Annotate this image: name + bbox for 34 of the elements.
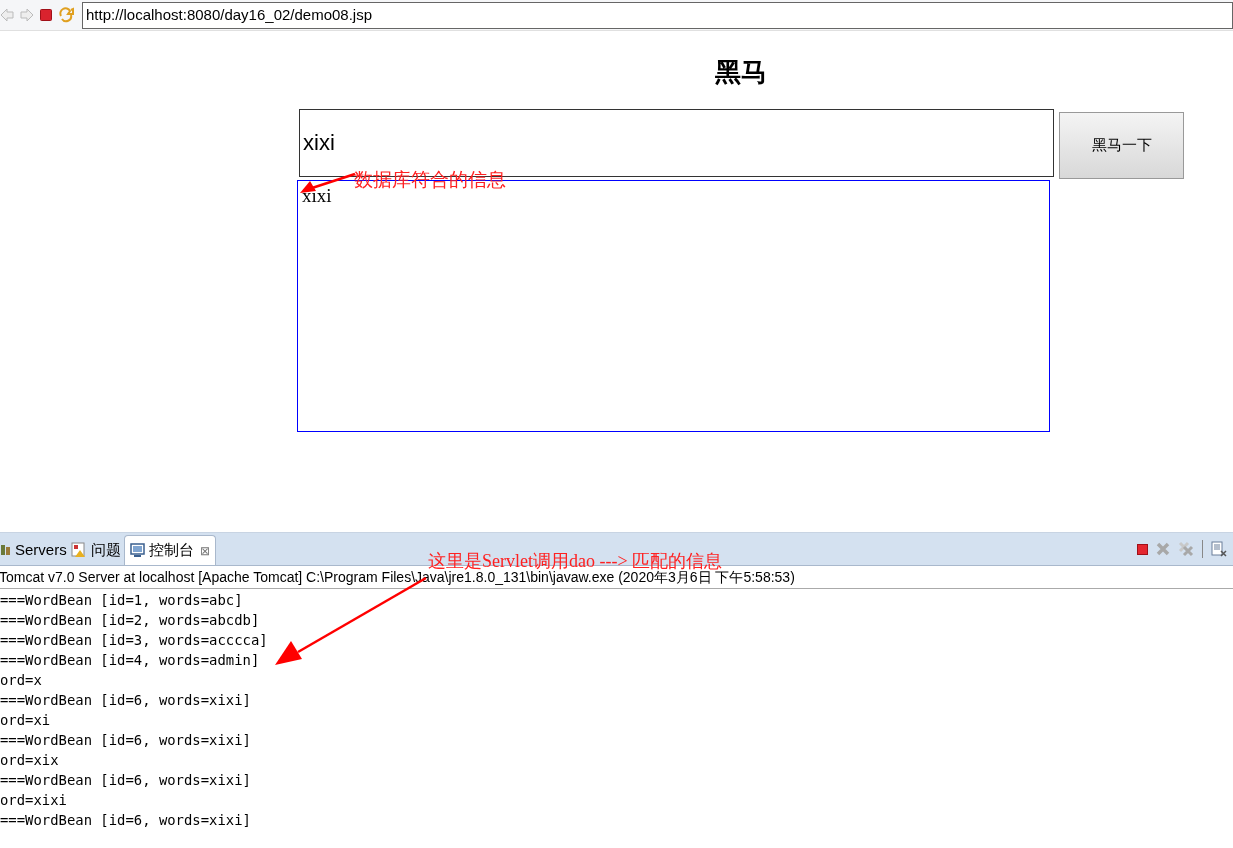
console-tab[interactable]: Servers [0, 535, 68, 565]
remove-all-icon[interactable] [1178, 541, 1194, 557]
url-field[interactable]: http://localhost:8080/day16_02/demo08.jsp [82, 1, 1233, 29]
back-icon[interactable] [0, 8, 14, 22]
console-tab[interactable]: 控制台 ⊠ [123, 535, 216, 565]
console-line: ===WordBean [id=2, words=abcdb] [0, 611, 261, 630]
console-line: ===WordBean [id=1, words=abc] [0, 591, 244, 610]
console-line: ===WordBean [id=6, words=xixi] [0, 771, 252, 790]
search-button[interactable]: 黑马一下 [1059, 112, 1184, 179]
stop-icon[interactable] [1137, 543, 1148, 555]
console-icon [129, 543, 145, 558]
tab-label: Servers [15, 539, 67, 560]
console-line: ===WordBean [id=6, words=xixi] [0, 731, 252, 750]
console-line: ===WordBean [id=4, words=admin] [0, 651, 261, 670]
server-icon [1, 543, 11, 557]
tab-label: 控制台 [148, 540, 194, 561]
close-icon[interactable]: ⊠ [199, 541, 210, 560]
console-line: ord=xi [0, 711, 52, 730]
console-line: ord=xix [0, 751, 60, 770]
tab-label: 问题 [90, 539, 121, 560]
remove-icon[interactable] [1156, 542, 1170, 556]
page-title: 黑马 [714, 56, 767, 89]
console-line: ===WordBean [id=6, words=xixi] [0, 691, 252, 710]
warning-icon [70, 542, 87, 558]
result-item[interactable]: xixi [302, 185, 332, 207]
console-line: ord=x [0, 671, 43, 690]
console-line: ord=xixi [0, 791, 68, 810]
console-line: ===WordBean [id=3, words=acccca] [0, 631, 269, 650]
stop-icon[interactable] [40, 9, 52, 21]
console-tab[interactable]: 问题 [69, 535, 122, 565]
clear-console-icon[interactable] [1211, 541, 1227, 557]
forward-icon[interactable] [20, 8, 34, 22]
console-line: ===WordBean [id=6, words=xixi] [0, 811, 252, 830]
refresh-icon[interactable] [58, 7, 74, 23]
